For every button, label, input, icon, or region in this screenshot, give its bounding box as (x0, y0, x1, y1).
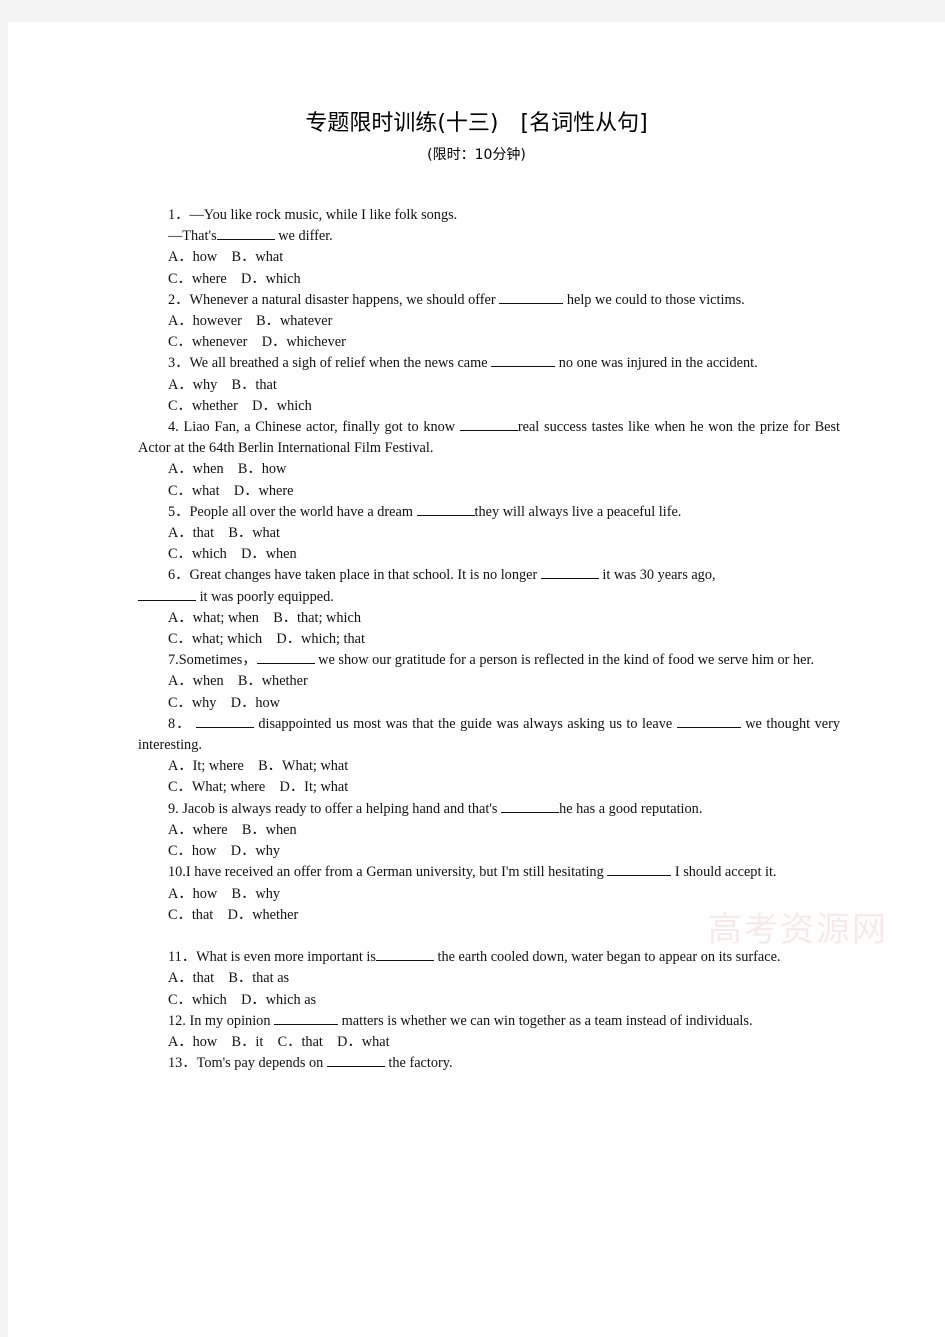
answer-blank[interactable] (256, 663, 315, 665)
question-stem-part: Sometimes， (178, 652, 257, 669)
questions-container: 1．—You like rock music, while I like fol… (138, 205, 840, 1074)
question-number: 8． (168, 715, 192, 732)
question-stem-part: it was 30 years ago, (602, 567, 716, 584)
question-item: 2．Whenever a natural disaster happens, w… (138, 290, 840, 311)
question-stem-part: What is even more important is (196, 949, 376, 966)
option-line[interactable]: A．however B．whatever (138, 311, 840, 332)
option-line[interactable]: A．when B．whether (138, 671, 840, 692)
time-limit-subtitle: (限时：10分钟) (427, 147, 526, 163)
option-line[interactable]: C．what; which D．which; that (138, 629, 840, 650)
question-number: 9. (168, 800, 179, 817)
option-line[interactable]: A．where B．when (138, 820, 840, 841)
question-stem-line2: —That's we differ. (138, 226, 840, 247)
question-stem-part: matters is whether we can win together a… (341, 1012, 753, 1029)
question-stem-part: help we could to those victims. (566, 291, 745, 308)
question-stem-part: We all breathed a sigh of relief when th… (189, 355, 488, 372)
question-item: 9. Jacob is always ready to offer a help… (138, 799, 840, 820)
question-number: 13． (168, 1055, 197, 1072)
question-stem-part: People all over the world have a dream (189, 503, 413, 520)
question-number: 10. (168, 864, 186, 881)
question-stem-part: they will always live a peaceful life. (474, 503, 682, 520)
question-stem-part: we show our gratitude for a person is re… (318, 652, 815, 669)
option-line[interactable]: A．It; where B．What; what (138, 756, 840, 777)
option-line[interactable]: A．why B．that (138, 375, 840, 396)
option-line[interactable]: C．which D．which as (138, 990, 840, 1011)
option-line[interactable]: C．which D．when (138, 544, 840, 565)
option-line[interactable]: A．how B．it C．that D．what (138, 1032, 840, 1053)
question-number: 11． (168, 949, 197, 966)
question-item: 12. In my opinion matters is whether we … (138, 1011, 840, 1032)
question-stem: —You like rock music, while I like folk … (189, 207, 458, 223)
answer-blank[interactable] (676, 726, 741, 728)
question-item: 3．We all breathed a sigh of relief when … (138, 353, 840, 374)
option-line[interactable]: C．why D．how (138, 693, 840, 714)
answer-blank[interactable] (216, 239, 275, 241)
question-stem-part: we differ. (278, 228, 333, 245)
question-stem-part: I have received an offer from a German u… (185, 864, 604, 881)
answer-blank[interactable] (540, 578, 599, 580)
question-number: 6． (168, 567, 190, 584)
option-line[interactable]: A．when B．how (138, 459, 840, 480)
question-stem-part: Liao Fan, a Chinese actor, finally got t… (183, 419, 456, 436)
question-stem-part: In my opinion (189, 1012, 271, 1029)
option-line[interactable]: A．what; when B．that; which (138, 608, 840, 629)
question-number: 3． (168, 355, 190, 372)
option-line[interactable]: A．how B．what (138, 247, 840, 268)
document-page: 高考资源网 专题限时训练(十三) [名词性从句] (限时：10分钟) 1．—Yo… (8, 22, 945, 1337)
answer-blank[interactable] (416, 514, 475, 516)
question-stem-part: Great changes have taken place in that s… (189, 567, 538, 584)
option-line[interactable]: C．that D．whether (138, 905, 840, 926)
question-number: 1． (168, 207, 190, 223)
answer-blank[interactable] (195, 726, 254, 728)
question-item: 6．Great changes have taken place in that… (138, 565, 840, 586)
option-line[interactable]: C．how D．why (138, 841, 840, 862)
option-line[interactable]: C．whether D．which (138, 396, 840, 417)
question-item: 13．Tom's pay depends on the factory. (138, 1053, 840, 1074)
question-item: 1．—You like rock music, while I like fol… (138, 205, 840, 226)
answer-blank[interactable] (607, 875, 672, 877)
question-item: 5．People all over the world have a dream… (138, 502, 840, 523)
question-stem-part: no one was injured in the accident. (558, 355, 758, 372)
question-item: 7.Sometimes， we show our gratitude for a… (138, 650, 840, 671)
question-stem-part: —That's (168, 228, 217, 245)
question-number: 4. (168, 419, 179, 436)
question-item: 11．What is even more important is the ea… (138, 947, 840, 968)
question-item: 8． disappointed us most was that the gui… (138, 714, 840, 756)
option-line[interactable]: A．that B．that as (138, 968, 840, 989)
question-number: 12. (168, 1012, 186, 1029)
option-line[interactable]: C．What; where D．It; what (138, 777, 840, 798)
option-line[interactable]: C．whenever D．whichever (138, 332, 840, 353)
question-stem-part: Whenever a natural disaster happens, we … (189, 291, 496, 308)
question-stem-part: Tom's pay depends on (196, 1055, 324, 1072)
question-stem-part: I should accept it. (674, 864, 777, 881)
option-line[interactable]: A．that B．what (138, 523, 840, 544)
question-stem-part: disappointed us most was that the guide … (258, 715, 673, 732)
option-line[interactable]: C．where D．which (138, 269, 840, 290)
question-item: 4. Liao Fan, a Chinese actor, finally go… (138, 417, 840, 459)
answer-blank[interactable] (499, 302, 564, 304)
option-line[interactable]: A．how B．why (138, 884, 840, 905)
answer-blank[interactable] (326, 1066, 385, 1068)
question-stem-part: it was poorly equipped. (199, 588, 334, 605)
question-number: 2． (168, 291, 190, 308)
question-stem-line2: it was poorly equipped. (138, 587, 840, 608)
question-stem-part: he has a good reputation. (559, 800, 703, 817)
question-number: 5． (168, 503, 190, 520)
question-stem-part: Jacob is always ready to offer a helping… (182, 800, 498, 817)
answer-blank[interactable] (459, 430, 518, 432)
answer-blank[interactable] (375, 960, 434, 962)
question-stem-part: the factory. (388, 1055, 453, 1072)
question-stem-part: the earth cooled down, water began to ap… (437, 949, 781, 966)
answer-blank[interactable] (138, 599, 196, 601)
answer-blank[interactable] (501, 811, 560, 813)
question-item: 10.I have received an offer from a Germa… (138, 862, 840, 883)
page-title: 专题限时训练(十三) [名词性从句] (305, 111, 648, 136)
answer-blank[interactable] (491, 366, 556, 368)
option-line[interactable]: C．what D．where (138, 481, 840, 502)
answer-blank[interactable] (274, 1023, 339, 1025)
question-number: 7. (168, 652, 179, 669)
